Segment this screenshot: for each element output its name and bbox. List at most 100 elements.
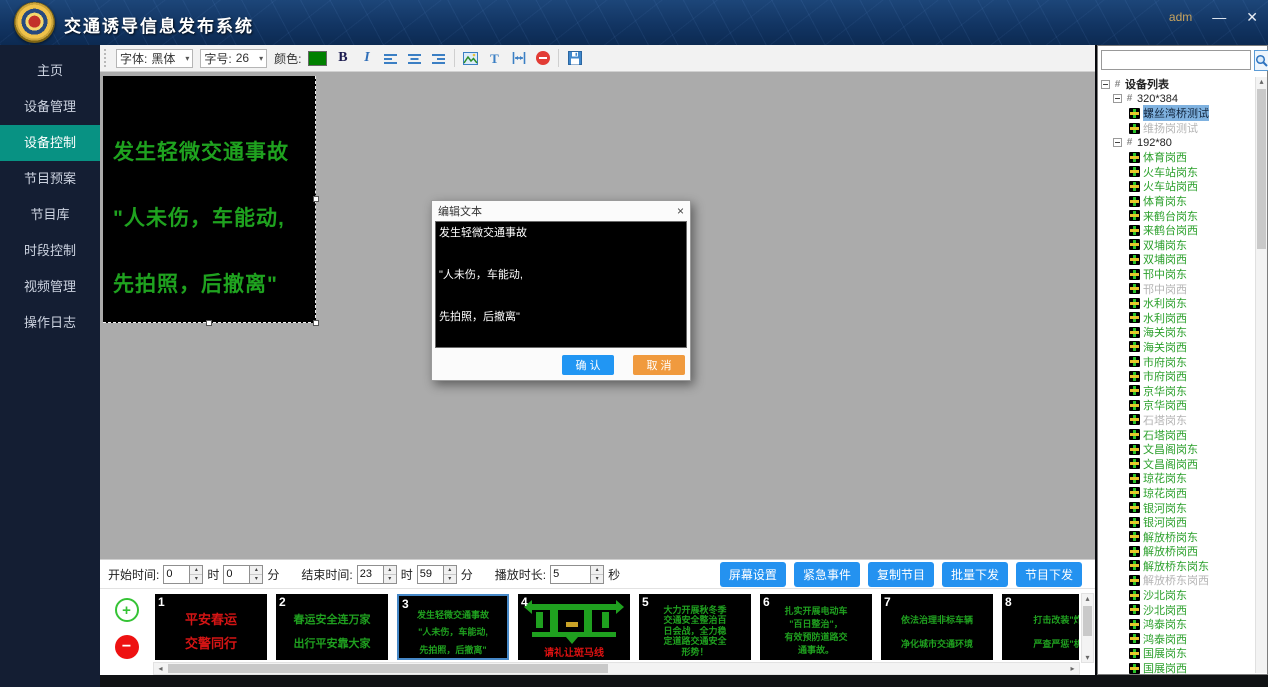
tree-device[interactable]: 邗中岗西 (1100, 281, 1254, 296)
tree-device[interactable]: 海关岗西 (1100, 340, 1254, 355)
tree-device[interactable]: 琼花岗西 (1100, 486, 1254, 501)
scroll-right-icon[interactable]: ▸ (1066, 664, 1079, 673)
tree-device[interactable]: 解放桥东岗东 (1100, 559, 1254, 574)
batch-send-button[interactable]: 批量下发 (942, 562, 1008, 587)
search-button[interactable] (1254, 50, 1268, 71)
program-thumbnail-5[interactable]: 5大力开展秋冬季交通安全整治百日会战，全力稳定道路交通安全形势！ (639, 594, 751, 660)
scroll-up-icon[interactable]: ▴ (1085, 594, 1089, 603)
tree-device[interactable]: 沙北岗西 (1100, 602, 1254, 617)
insert-image-button[interactable] (462, 49, 479, 67)
align-center-button[interactable] (406, 49, 423, 67)
tree-device[interactable]: 国展岗东 (1100, 646, 1254, 661)
remove-program-button[interactable]: − (115, 635, 139, 659)
device-tree-scrollbar[interactable]: ▴ (1255, 77, 1267, 673)
led-preview[interactable]: 发生轻微交通事故"人未伤，车能动,先拍照，后撤离" (103, 76, 316, 323)
collapse-icon[interactable] (1113, 94, 1122, 103)
tree-device[interactable]: 来鹤台岗西 (1100, 223, 1254, 238)
emergency-event-button[interactable]: 紧急事件 (794, 562, 860, 587)
tree-device[interactable]: 双埔岗东 (1100, 238, 1254, 253)
scrollbar-thumb[interactable] (1257, 89, 1266, 249)
tree-device[interactable]: 解放桥岗东 (1100, 529, 1254, 544)
confirm-button[interactable]: 确 认 (562, 355, 614, 375)
tree-device[interactable]: 来鹤台岗东 (1100, 208, 1254, 223)
add-program-button[interactable]: + (115, 598, 139, 622)
start-hour-stepper[interactable]: ▴▾ (189, 565, 203, 584)
sidebar-item-video-management[interactable]: 视频管理 (0, 269, 100, 305)
tree-group-192*80[interactable]: #192*80 (1100, 135, 1254, 150)
tree-group-320*384[interactable]: #320*384 (1100, 92, 1254, 107)
resize-handle-corner[interactable] (313, 320, 319, 326)
sidebar-item-program-library[interactable]: 节目库 (0, 197, 100, 233)
tree-device[interactable]: 火车站岗东 (1100, 165, 1254, 180)
program-thumbnail-1[interactable]: 1平安春运交警同行 (155, 594, 267, 660)
sidebar-item-home[interactable]: 主页 (0, 53, 100, 89)
program-thumbnail-2[interactable]: 2春运安全连万家出行平安靠大家 (276, 594, 388, 660)
font-size-select[interactable]: 字号: 26 ▾ (200, 49, 267, 68)
thumbnails-horizontal-scrollbar[interactable]: ◂ ▸ (153, 662, 1080, 675)
tree-device[interactable]: 京华岗西 (1100, 398, 1254, 413)
italic-button[interactable]: I (358, 49, 375, 67)
tree-device[interactable]: 文昌阁岗东 (1100, 442, 1254, 457)
tree-device[interactable]: 维扬岗测试 (1100, 121, 1254, 136)
sidebar-item-time-control[interactable]: 时段控制 (0, 233, 100, 269)
program-thumbnail-8[interactable]: 8打击改装"炸严查严惩"机 (1002, 594, 1079, 660)
tree-device[interactable]: 文昌阁岗西 (1100, 456, 1254, 471)
tree-device[interactable]: 水利岗东 (1100, 296, 1254, 311)
font-select[interactable]: 字体: 黑体 ▾ (116, 49, 193, 68)
resize-handle-bottom[interactable] (206, 320, 212, 326)
end-hour-stepper[interactable]: ▴▾ (383, 565, 397, 584)
program-thumbnail-7[interactable]: 7依法治理非标车辆净化城市交通环境 (881, 594, 993, 660)
minimize-button[interactable]: — (1212, 10, 1226, 24)
end-hour-input[interactable] (357, 565, 383, 584)
tree-device[interactable]: 水利岗西 (1100, 311, 1254, 326)
thumbnails-vertical-scrollbar[interactable]: ▴ ▾ (1081, 593, 1094, 663)
cancel-button[interactable]: 取 消 (633, 355, 685, 375)
program-thumbnail-3[interactable]: 3发生轻微交通事故"人未伤，车能动,先拍照，后撤离" (397, 594, 509, 660)
tree-device[interactable]: 市府岗西 (1100, 369, 1254, 384)
duration-input[interactable] (550, 565, 590, 584)
tree-device[interactable]: 鸿泰岗西 (1100, 632, 1254, 647)
tree-device[interactable]: 石塔岗西 (1100, 427, 1254, 442)
end-minute-stepper[interactable]: ▴▾ (443, 565, 457, 584)
align-left-button[interactable] (382, 49, 399, 67)
tree-device[interactable]: 银河岗西 (1100, 515, 1254, 530)
collapse-icon[interactable] (1113, 138, 1122, 147)
dialog-close-button[interactable]: × (677, 204, 684, 218)
scroll-down-icon[interactable]: ▾ (1082, 653, 1093, 662)
program-send-button[interactable]: 节目下发 (1016, 562, 1082, 587)
end-minute-input[interactable] (417, 565, 443, 584)
dialog-textarea[interactable] (435, 221, 687, 348)
resize-handle-right[interactable] (313, 196, 319, 202)
tree-device[interactable]: 石塔岗东 (1100, 413, 1254, 428)
tree-device[interactable]: 邗中岗东 (1100, 267, 1254, 282)
tree-device[interactable]: 市府岗东 (1100, 354, 1254, 369)
start-minute-input[interactable] (223, 565, 249, 584)
tree-device[interactable]: 体育岗西 (1100, 150, 1254, 165)
tree-device[interactable]: 解放桥岗西 (1100, 544, 1254, 559)
tree-device[interactable]: 海关岗东 (1100, 325, 1254, 340)
close-button[interactable]: ✕ (1246, 10, 1258, 24)
scrollbar-thumb[interactable] (1083, 606, 1092, 636)
tree-device[interactable]: 京华岗东 (1100, 383, 1254, 398)
sidebar-item-device-management[interactable]: 设备管理 (0, 89, 100, 125)
stop-button[interactable] (534, 49, 551, 67)
spacing-button[interactable] (510, 49, 527, 67)
tree-device[interactable]: 螺丝湾桥测试 (1100, 106, 1254, 121)
program-thumbnail-4[interactable]: 4请礼让斑马线 (518, 594, 630, 660)
copy-program-button[interactable]: 复制节目 (868, 562, 934, 587)
tree-device[interactable]: 沙北岗东 (1100, 588, 1254, 603)
scroll-left-icon[interactable]: ◂ (154, 664, 167, 673)
duration-stepper[interactable]: ▴▾ (590, 565, 604, 584)
tree-root[interactable]: #设备列表 (1100, 77, 1254, 92)
sidebar-item-operation-log[interactable]: 操作日志 (0, 305, 100, 341)
screen-settings-button[interactable]: 屏幕设置 (720, 562, 786, 587)
sidebar-item-program-plan[interactable]: 节目预案 (0, 161, 100, 197)
device-search-input[interactable] (1101, 50, 1251, 70)
tree-device[interactable]: 解放桥东岗西 (1100, 573, 1254, 588)
start-hour-input[interactable] (163, 565, 189, 584)
tree-device[interactable]: 银河岗东 (1100, 500, 1254, 515)
tree-device[interactable]: 鸿泰岗东 (1100, 617, 1254, 632)
sidebar-item-device-control[interactable]: 设备控制 (0, 125, 100, 161)
tree-device[interactable]: 体育岗东 (1100, 194, 1254, 209)
align-right-button[interactable] (430, 49, 447, 67)
